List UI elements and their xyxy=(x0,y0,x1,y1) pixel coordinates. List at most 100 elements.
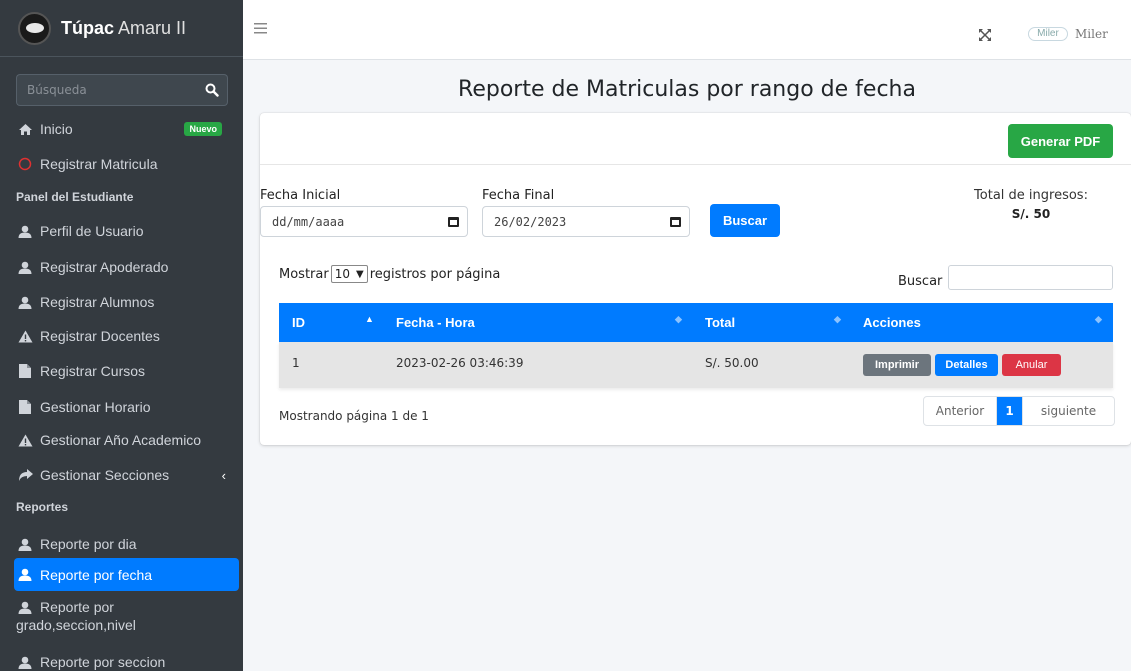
sidebar-item-horario[interactable]: Gestionar Horario xyxy=(16,397,238,417)
user-icon xyxy=(16,223,34,239)
end-date-label: Fecha Final xyxy=(482,188,555,203)
sort-icon: ◆ xyxy=(675,314,682,324)
page-length-select[interactable]: 10 ▼ xyxy=(330,265,368,283)
user-icon xyxy=(16,567,34,583)
total-income-value: S/. 50 xyxy=(1011,207,1051,221)
file-icon xyxy=(16,399,34,415)
page-title: Reporte de Matriculas por rango de fecha xyxy=(458,77,916,102)
pagination-page-1[interactable]: 1 xyxy=(997,397,1022,425)
page-length-suffix: registros por página xyxy=(369,266,501,282)
sidebar-item-label: Registrar Docentes xyxy=(40,328,160,344)
table-search-label: Buscar xyxy=(898,274,943,289)
column-header-total[interactable]: Total xyxy=(705,315,735,330)
sidebar-item-inicio[interactable]: Inicio Nuevo xyxy=(16,119,238,139)
chevron-down-icon: ▼ xyxy=(355,268,364,280)
search-button[interactable]: Buscar xyxy=(710,204,780,237)
user-avatar[interactable]: Miler xyxy=(1028,27,1068,41)
brand-title: Túpac Amaru II xyxy=(61,17,187,38)
sidebar-item-label: Gestionar Secciones xyxy=(40,467,170,483)
sidebar-item-label: Inicio xyxy=(40,121,73,137)
sidebar-item-reporte-seccion[interactable]: Reporte por seccion xyxy=(16,652,238,671)
sidebar-item-label: Reporte por seccion xyxy=(40,654,166,670)
table-search-input[interactable] xyxy=(948,265,1113,290)
warning-icon xyxy=(16,328,34,344)
sidebar-item-perfil[interactable]: Perfil de Usuario xyxy=(16,221,238,241)
circle-icon xyxy=(16,156,34,172)
user-icon xyxy=(16,259,34,275)
search-icon xyxy=(205,83,219,97)
sidebar-item-reporte-grado[interactable]: Reporte por grado,seccion,nivel xyxy=(16,598,238,638)
sidebar-item-label: Perfil de Usuario xyxy=(40,223,144,239)
sort-icon: ◆ xyxy=(834,314,841,324)
sidebar-item-label: Registrar Matricula xyxy=(40,156,158,172)
pagination: Anterior 1 siguiente xyxy=(923,396,1115,426)
end-date-input[interactable]: 26/02/2023 xyxy=(482,206,690,237)
start-date-label: Fecha Inicial xyxy=(260,188,341,203)
menu-toggle-button[interactable] xyxy=(254,22,267,38)
user-icon xyxy=(16,654,34,670)
sidebar-item-registrar-matricula[interactable]: Registrar Matricula xyxy=(16,154,238,174)
sidebar-item-label: Reporte por grado,seccion,nivel xyxy=(16,599,136,633)
column-header-fecha[interactable]: Fecha - Hora xyxy=(396,315,475,330)
sidebar-header-panel: Panel del Estudiante xyxy=(16,190,134,204)
user-icon xyxy=(16,294,34,310)
cell-fecha: 2023-02-26 03:46:39 xyxy=(396,356,524,370)
calendar-icon[interactable] xyxy=(670,216,681,227)
pagination-next[interactable]: siguiente xyxy=(1022,397,1114,425)
table-header: ID ▲ Fecha - Hora ◆ Total ◆ Acciones ◆ xyxy=(279,303,1113,342)
warning-icon xyxy=(16,432,34,448)
sidebar-item-cursos[interactable]: Registrar Cursos xyxy=(16,361,238,381)
sidebar-search-input[interactable] xyxy=(16,74,196,106)
details-button[interactable]: Detalles xyxy=(935,354,998,376)
sidebar-item-docentes[interactable]: Registrar Docentes xyxy=(16,326,238,346)
sidebar-item-label: Reporte por dia xyxy=(40,536,137,552)
report-card: Generar PDF Fecha Inicial dd/mm/aaaa Fec… xyxy=(260,113,1131,445)
sidebar-item-label: Reporte por fecha xyxy=(40,566,153,583)
share-icon xyxy=(16,467,34,483)
brand-logo xyxy=(18,11,51,45)
column-header-id[interactable]: ID xyxy=(292,315,305,330)
sort-asc-icon: ▲ xyxy=(365,314,374,324)
sidebar-search xyxy=(16,74,228,106)
sidebar: Túpac Amaru II Inicio Nuevo Registrar Ma… xyxy=(0,0,243,671)
sidebar-search-button[interactable] xyxy=(196,74,228,106)
end-date-value: 26/02/2023 xyxy=(494,214,567,229)
column-header-acciones[interactable]: Acciones xyxy=(863,315,921,330)
sidebar-item-alumnos[interactable]: Registrar Alumnos xyxy=(16,292,238,312)
sidebar-item-reporte-fecha[interactable]: Reporte por fecha xyxy=(14,558,239,591)
sidebar-item-label: Registrar Apoderado xyxy=(40,259,169,275)
generate-pdf-button[interactable]: Generar PDF xyxy=(1008,124,1113,158)
start-date-input[interactable]: dd/mm/aaaa xyxy=(260,206,468,237)
brand[interactable]: Túpac Amaru II xyxy=(0,0,243,57)
expand-arrows-icon xyxy=(979,29,991,41)
home-icon xyxy=(16,121,34,137)
fullscreen-button[interactable] xyxy=(978,28,992,46)
cell-id: 1 xyxy=(292,356,300,370)
calendar-icon[interactable] xyxy=(448,216,459,227)
page-length-prefix: Mostrar xyxy=(279,266,329,282)
user-icon xyxy=(16,599,34,615)
sidebar-item-anio-academico[interactable]: Gestionar Año Academico xyxy=(16,430,238,450)
sort-icon: ◆ xyxy=(1095,314,1102,324)
card-divider xyxy=(260,164,1131,165)
sidebar-header-reportes: Reportes xyxy=(16,500,69,514)
table-info: Mostrando página 1 de 1 xyxy=(279,409,429,423)
sidebar-item-secciones[interactable]: Gestionar Secciones ‹ xyxy=(16,465,238,485)
total-income-label: Total de ingresos: xyxy=(974,188,1088,203)
cell-total: S/. 50.00 xyxy=(705,356,759,370)
file-icon xyxy=(16,363,34,379)
user-icon xyxy=(16,536,34,552)
sidebar-item-reporte-dia[interactable]: Reporte por dia xyxy=(16,534,238,554)
table-row: 1 2023-02-26 03:46:39 S/. 50.00 Imprimir… xyxy=(279,342,1113,388)
sidebar-item-apoderado[interactable]: Registrar Apoderado xyxy=(16,257,238,277)
user-name[interactable]: Miler xyxy=(1075,27,1108,41)
sidebar-item-label: Gestionar Horario xyxy=(40,399,151,415)
print-button[interactable]: Imprimir xyxy=(863,354,931,376)
cancel-button[interactable]: Anular xyxy=(1002,354,1061,376)
hamburger-icon xyxy=(254,23,267,34)
sidebar-item-label: Registrar Alumnos xyxy=(40,294,155,310)
top-navbar: Miler Miler xyxy=(243,0,1131,60)
start-date-value: dd/mm/aaaa xyxy=(272,214,345,229)
sidebar-item-label: Registrar Cursos xyxy=(40,363,146,379)
pagination-prev[interactable]: Anterior xyxy=(924,397,997,425)
